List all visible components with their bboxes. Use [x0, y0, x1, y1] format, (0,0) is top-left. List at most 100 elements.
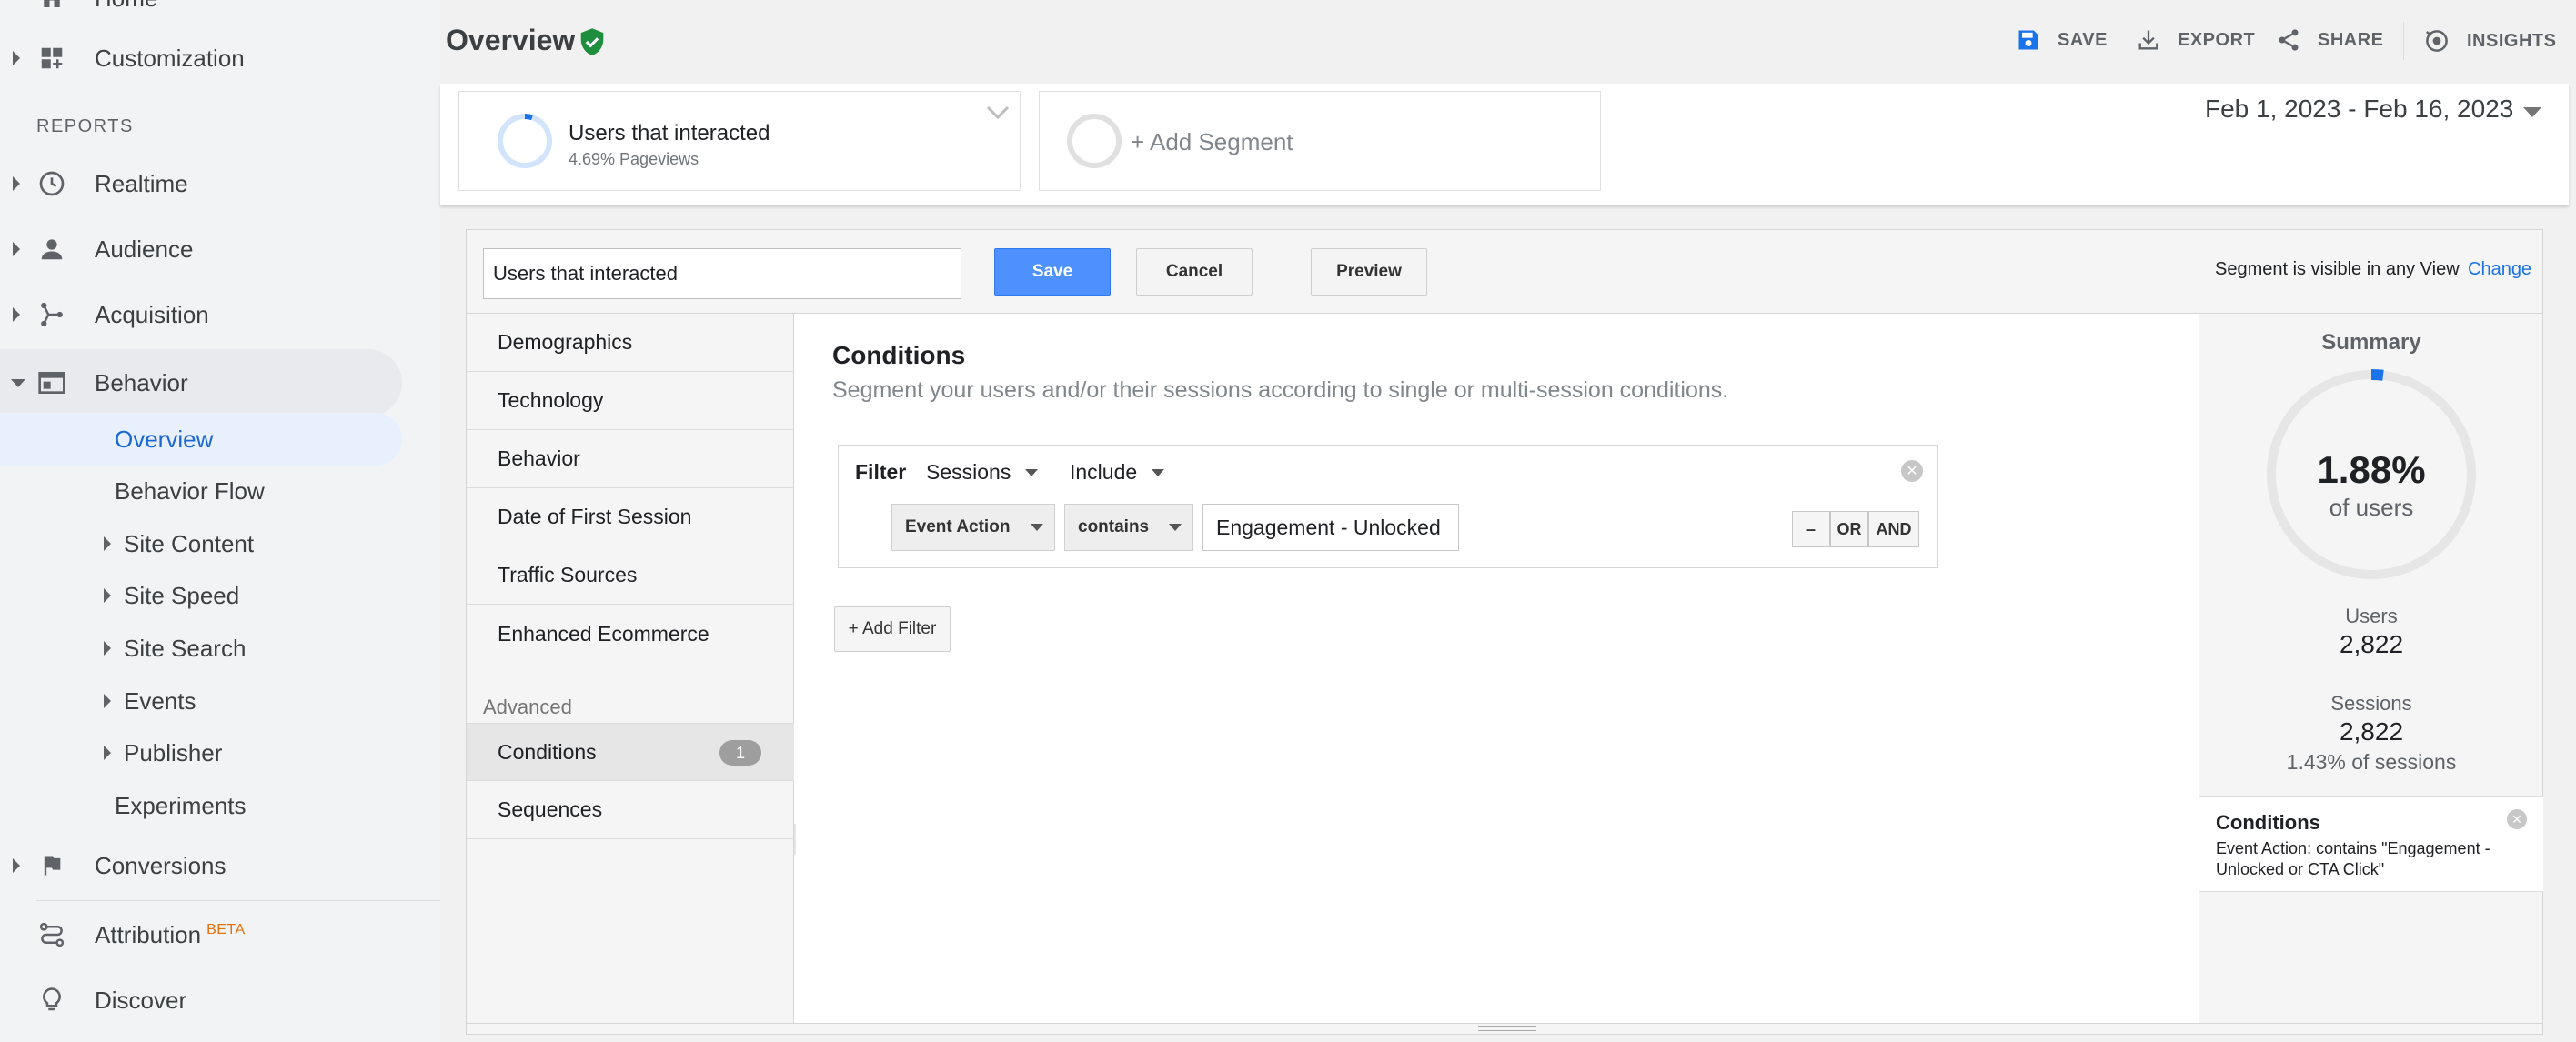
segment-name-input[interactable]	[483, 248, 961, 299]
reports-heading: REPORTS	[36, 116, 134, 136]
category-technology[interactable]: Technology	[467, 372, 794, 430]
summary-percent-sub: of users	[2329, 494, 2414, 521]
summary-title: Summary	[2321, 330, 2421, 355]
change-visibility-link[interactable]: Change	[2468, 259, 2531, 280]
attribution-icon	[36, 919, 67, 950]
sidebar-subitem-site-search[interactable]: Site Search	[0, 623, 402, 674]
expand-caret-icon[interactable]	[13, 176, 20, 191]
date-range-picker[interactable]: Feb 1, 2023 - Feb 16, 2023	[2205, 95, 2513, 124]
save-button[interactable]: Save	[994, 248, 1111, 296]
share-icon	[2279, 29, 2299, 51]
sidebar-subitem-experiments[interactable]: Experiments	[0, 780, 402, 831]
include-dropdown[interactable]: Include	[1070, 460, 1165, 485]
expand-caret-icon[interactable]	[13, 51, 20, 65]
sidebar-item-label: Home	[95, 0, 157, 13]
editor-toolbar: Save Cancel Preview Segment is visible i…	[467, 230, 2542, 314]
sessions-value: 2,822	[2339, 717, 2404, 746]
sidebar-subitem-site-speed[interactable]: Site Speed	[0, 570, 402, 621]
expand-caret-icon[interactable]	[104, 588, 111, 603]
users-value: 2,822	[2339, 630, 2404, 658]
remove-filter-icon[interactable]: ✕	[1901, 460, 1923, 482]
add-filter-button[interactable]: + Add Filter	[834, 606, 951, 652]
filter-label: Filter	[855, 460, 907, 484]
summary-percent: 1.88%	[2317, 448, 2426, 491]
active-segment-card[interactable]: Users that interacted 4.69% Pageviews	[458, 91, 1021, 191]
operator-dropdown[interactable]: contains	[1064, 504, 1193, 551]
expand-caret-icon[interactable]	[13, 307, 20, 322]
caret-down-icon	[1031, 524, 1043, 531]
empty-segment-ring-icon	[1067, 114, 1122, 168]
category-traffic-sources[interactable]: Traffic Sources	[467, 546, 794, 605]
scope-value: Sessions	[926, 460, 1011, 484]
sessions-percent: 1.43% of sessions	[2286, 750, 2457, 774]
acquisition-icon	[36, 299, 67, 330]
sidebar-subitem-label: Overview	[115, 425, 214, 453]
cancel-button[interactable]: Cancel	[1136, 248, 1253, 296]
category-behavior[interactable]: Behavior	[467, 430, 794, 488]
segment-pageviews: 4.69% Pageviews	[569, 150, 699, 168]
summary-donut-fill	[2370, 369, 2384, 381]
expand-caret-icon[interactable]	[13, 858, 20, 873]
export-button[interactable]: EXPORT	[2136, 27, 2255, 53]
summary-conditions: Conditions Event Action: contains "Engag…	[2199, 796, 2543, 892]
segment-category-list: Demographics Technology Behavior Date of…	[467, 314, 810, 1034]
clock-icon	[36, 168, 67, 199]
scope-dropdown[interactable]: Sessions	[926, 460, 1039, 485]
and-button[interactable]: AND	[1868, 511, 1919, 547]
filter-box: Filter Sessions Include ✕ Event Action c…	[838, 445, 1938, 568]
beta-badge: BETA	[206, 921, 246, 937]
sidebar-subitem-events[interactable]: Events	[0, 676, 402, 726]
sidebar-item-label: Audience	[95, 235, 194, 263]
expand-caret-icon[interactable]	[104, 536, 111, 551]
expand-caret-icon[interactable]	[104, 694, 111, 708]
date-dropdown-caret-icon[interactable]	[2523, 107, 2541, 117]
category-demographics[interactable]: Demographics	[467, 314, 794, 372]
segment-bar: Users that interacted 4.69% Pageviews + …	[440, 84, 2569, 205]
remove-condition-button[interactable]: –	[1792, 511, 1830, 547]
page-title: Overview	[446, 24, 576, 56]
sidebar-subitem-behavior-flow[interactable]: Behavior Flow	[0, 466, 402, 516]
toolbar-divider	[2403, 22, 2404, 60]
download-icon	[2138, 30, 2158, 50]
sidebar-item-behavior[interactable]: Behavior	[0, 349, 402, 416]
sidebar-item-label: Discover	[95, 986, 187, 1014]
conditions-description: Segment your users and/or their sessions…	[832, 377, 1729, 403]
collapse-caret-icon[interactable]	[11, 378, 25, 387]
category-enhanced-ecommerce[interactable]: Enhanced Ecommerce	[467, 605, 794, 663]
export-label: EXPORT	[2178, 29, 2256, 50]
expand-caret-icon[interactable]	[104, 746, 111, 760]
share-label: SHARE	[2318, 29, 2384, 50]
dimension-dropdown[interactable]: Event Action	[891, 504, 1055, 551]
sidebar-subitem-overview[interactable]: Overview	[0, 413, 402, 466]
preview-button[interactable]: Preview	[1311, 248, 1427, 296]
category-date-of-first-session[interactable]: Date of First Session	[467, 488, 794, 546]
save-report-button[interactable]: SAVE	[2016, 27, 2108, 53]
report-header: Overview SAVE EXPORT SHARE INSIGHTS	[440, 0, 2576, 84]
remove-condition-icon[interactable]: ✕	[2507, 809, 2527, 829]
sidebar-subitem-label: Behavior Flow	[115, 476, 265, 505]
condition-value-input[interactable]	[1202, 504, 1459, 551]
insights-icon	[2426, 30, 2448, 52]
sidebar-item-label: Realtime	[95, 169, 188, 197]
resize-handle[interactable]	[467, 1023, 2542, 1034]
expand-caret-icon[interactable]	[13, 242, 20, 256]
flag-icon	[36, 850, 67, 881]
summary-conditions-desc: Event Action: contains "Engagement - Unl…	[2216, 839, 2490, 878]
share-button[interactable]: SHARE	[2276, 27, 2384, 53]
segment-editor: Save Cancel Preview Segment is visible i…	[466, 229, 2543, 1035]
caret-down-icon	[1025, 468, 1039, 476]
advanced-heading: Advanced	[483, 696, 572, 718]
chevron-down-icon[interactable]	[985, 105, 1011, 121]
add-segment-card[interactable]: + Add Segment	[1039, 91, 1601, 191]
sidebar-subitem-label: Events	[124, 686, 196, 715]
or-button[interactable]: OR	[1830, 511, 1868, 547]
summary-conditions-title: Conditions	[2216, 811, 2320, 834]
lightbulb-icon	[36, 985, 67, 1016]
category-sequences[interactable]: Sequences	[467, 781, 794, 839]
category-conditions[interactable]: Conditions 1	[467, 723, 794, 781]
insights-button[interactable]: INSIGHTS	[2423, 27, 2556, 55]
sidebar-subitem-site-content[interactable]: Site Content	[0, 518, 402, 569]
sidebar-subitem-publisher[interactable]: Publisher	[0, 727, 402, 778]
attribution-text: Attribution	[95, 920, 202, 948]
expand-caret-icon[interactable]	[104, 641, 111, 656]
